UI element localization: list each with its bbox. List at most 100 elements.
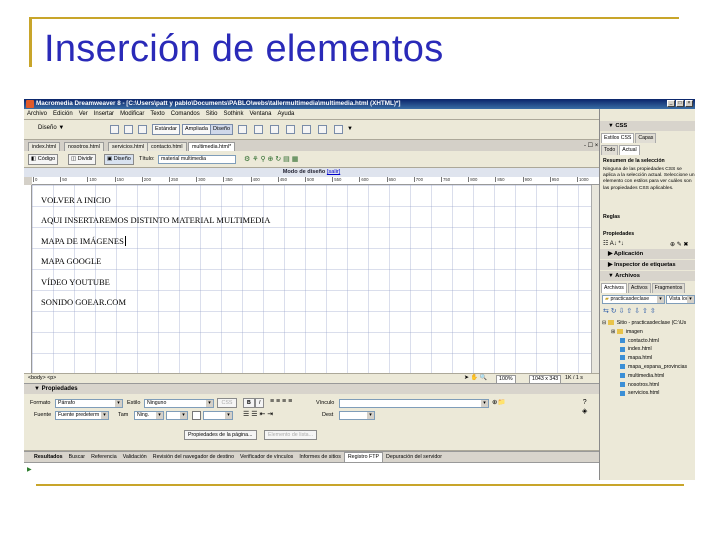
maximize-icon[interactable]: □ [676,100,684,107]
tab-fragmentos[interactable]: Fragmentos [651,283,686,293]
files-toolbar-icons[interactable]: ⇆ ↻ ⇩ ⇧ ⇩ ⇧ ⇳ [603,307,656,315]
tab-index[interactable]: index.html [28,142,61,151]
menu-texto[interactable]: Texto [147,109,167,120]
menu-edicion[interactable]: Edición [50,109,76,120]
css-button[interactable]: CSS [217,398,237,408]
toolbar-tools-icons[interactable]: ⚙ ⚘ ⚲ ⊕ ↻ ▤ ▦ [244,155,298,163]
size-unit-select[interactable] [166,411,188,420]
content-line[interactable]: SONIDO GOEAR.COM [41,297,126,307]
frame-icon[interactable] [138,125,147,134]
design-mode-exit-link[interactable]: [salir] [327,169,340,175]
tag-selector[interactable]: <body> <p> [28,374,56,383]
draw-layer-icon[interactable] [254,125,263,134]
help-icon[interactable]: ? ◈ [582,398,587,416]
tab-todo[interactable]: Todo [601,145,619,155]
layer-icon[interactable] [124,125,133,134]
bold-button[interactable]: B [243,398,255,408]
insert-right-icon[interactable] [318,125,327,134]
tab-estilos-css[interactable]: Estilos CSS [601,133,635,143]
list-indent-icons[interactable]: ☰ ☰ ⇤ ⇥ [243,410,273,418]
content-line[interactable]: MAPA DE IMÁGENES [41,236,124,246]
column-icon[interactable] [286,125,295,134]
close-icon[interactable]: × [685,100,693,107]
files-panel-header[interactable]: ▼ Archivos [600,271,695,281]
minimize-icon[interactable]: _ [667,100,675,107]
italic-button[interactable]: I [255,398,265,408]
content-line[interactable]: VÍDEO YOUTUBE [41,277,110,287]
site-root[interactable]: ⊟ Sitio - practicasdeclase (C:\Us [602,319,695,328]
page-title-input[interactable]: material multimedia [158,155,236,164]
insert-category-menu[interactable]: Diseño ▼ [38,125,64,131]
file-item[interactable]: index.html [602,345,695,354]
standard-mode-button[interactable]: Estándar [152,124,181,135]
tab-contacto[interactable]: contacto.html [147,142,187,151]
tab-actual[interactable]: Actual [619,145,640,155]
file-name: multimedia.html [628,372,665,379]
play-icon[interactable]: ▶ [27,466,32,473]
results-tab[interactable]: Registro FTP [343,452,384,462]
expanded-mode-button[interactable]: Ampliada [182,124,211,135]
color-input[interactable] [203,411,233,420]
folder-icon [616,328,623,334]
view-select[interactable]: Vista local [666,295,695,304]
draw-table-icon[interactable] [238,125,247,134]
menu-sitio[interactable]: Sitio [203,109,221,120]
tab-multimedia[interactable]: multimedia.html* [188,142,236,151]
file-item[interactable]: mapa_espana_provincias [602,363,695,372]
tab-capas[interactable]: Capas [635,133,657,143]
layout-mode-button[interactable]: Diseño [210,124,234,135]
tab-nosotros[interactable]: nosotros.html [64,142,104,151]
insert-left-icon[interactable] [302,125,311,134]
file-item[interactable]: multimedia.html [602,372,695,381]
page-properties-button[interactable]: Propiedades de la página... [184,430,257,440]
css-panel-header[interactable]: ▼ CSS [600,121,695,131]
select-tool-icons[interactable]: ➤ ✋ 🔍 [464,374,487,383]
menu-insertar[interactable]: Insertar [91,109,117,120]
size-select[interactable]: Ning. [134,411,164,420]
file-item[interactable]: contacto.html [602,337,695,346]
link-input[interactable] [339,399,489,408]
menu-modificar[interactable]: Modificar [117,109,147,120]
menu-ayuda[interactable]: Ayuda [274,109,297,120]
table-icon[interactable] [110,125,119,134]
application-panel[interactable]: ▶ Aplicación [600,249,695,259]
html-file-icon [620,372,625,378]
tab-servicios[interactable]: servicios.html [108,142,149,151]
code-view-button[interactable]: ◧ Código [28,154,59,165]
menu-ventana[interactable]: Ventana [246,109,274,120]
menu-sothink[interactable]: Sothink [220,109,246,120]
tag-inspector-panel[interactable]: ▶ Inspector de etiquetas [600,260,695,270]
content-line[interactable]: VOLVER A INICIO [41,195,111,205]
site-select[interactable]: ▰ practicasdeclase [602,295,665,304]
file-item[interactable]: servicios.html [602,389,695,398]
tab-archivos[interactable]: Archivos [601,283,627,293]
file-item[interactable]: nosotros.html [602,381,695,390]
chevron-down-icon[interactable]: ▼ [347,126,353,132]
frame-set-icon[interactable] [334,125,343,134]
properties-header[interactable]: ▼ Propiedades [24,383,599,394]
close-document-icon[interactable]: - ☐ × [584,142,598,149]
list-item-button[interactable]: Elemento de lista... [264,430,318,440]
menu-ver[interactable]: Ver [76,109,91,120]
menu-comandos[interactable]: Comandos [168,109,203,120]
design-view-button[interactable]: ▣ Diseño [104,154,134,165]
tab-activos[interactable]: Activos [627,283,651,293]
file-item[interactable]: mapa.html [602,354,695,363]
target-select[interactable] [339,411,375,420]
content-line[interactable]: MAPA GOOGLE [41,256,101,266]
split-view-button[interactable]: ◫ Dividir [68,154,97,165]
format-select[interactable]: Párrafo [55,399,123,408]
align-icons[interactable]: ≡ ≡ ≡ ≡ [270,398,292,405]
style-select[interactable]: Ninguno [144,399,214,408]
folder-item[interactable]: ⊞ imagen [602,328,695,337]
design-canvas[interactable]: VOLVER A INICIO AQUI INSERTAREMOS DISTIN… [32,185,591,373]
css-toolbar-icons[interactable]: ☷ A↓ *↓ [603,240,624,247]
folder-icon[interactable]: ⊕📁 [492,398,506,406]
vertical-scrollbar[interactable] [591,185,599,373]
font-select[interactable]: Fuente predeterm [55,411,109,420]
css-actions-icons[interactable]: ⊕ ✎ ✖ [670,241,688,248]
content-line[interactable]: AQUI INSERTAREMOS DISTINTO MATERIAL MULT… [41,215,270,225]
menu-archivo[interactable]: Archivo [24,109,50,120]
row-icon[interactable] [270,125,279,134]
color-swatch[interactable] [192,411,201,420]
